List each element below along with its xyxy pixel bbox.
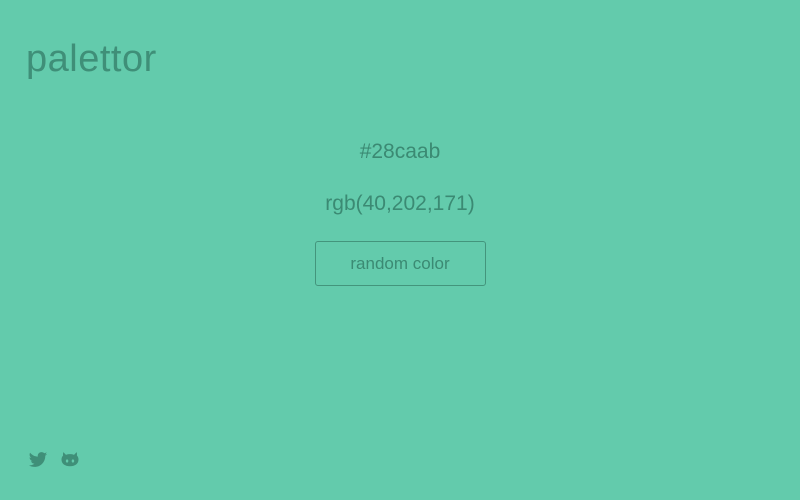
github-icon — [61, 452, 79, 467]
rgb-value: rgb(40,202,171) — [325, 192, 475, 215]
twitter-link[interactable] — [28, 450, 48, 470]
app-logo: palettor — [26, 38, 157, 80]
random-color-button[interactable]: random color — [314, 241, 486, 286]
button-container: random color — [0, 241, 800, 286]
social-links — [28, 450, 80, 470]
twitter-icon — [28, 452, 48, 467]
github-link[interactable] — [60, 450, 80, 470]
hex-value: #28caab — [359, 140, 441, 163]
